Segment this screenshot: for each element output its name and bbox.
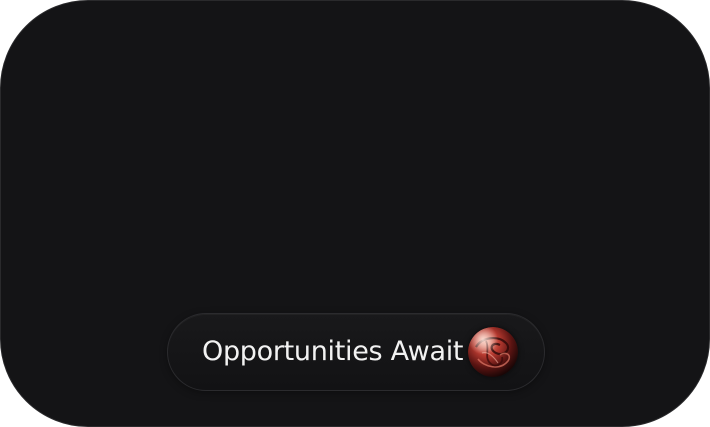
card: Opportunities Await: [0, 0, 710, 427]
opportunities-button-label: Opportunities Await: [202, 336, 464, 367]
sphere-orb-icon: [468, 327, 518, 377]
opportunities-button[interactable]: Opportunities Await: [167, 313, 545, 391]
